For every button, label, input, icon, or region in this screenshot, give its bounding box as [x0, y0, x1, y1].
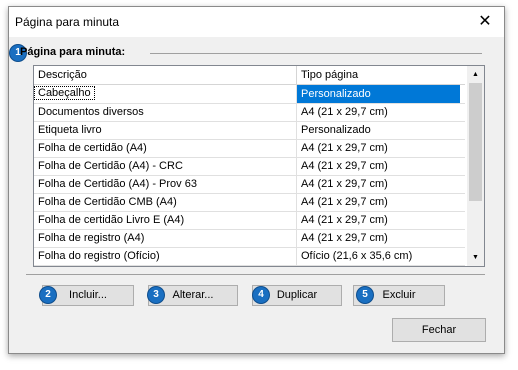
cell-page-type[interactable]: Personalizado: [301, 124, 371, 136]
callout-badge-4: 4: [253, 287, 269, 303]
cell-description[interactable]: Cabeçalho: [34, 86, 95, 100]
cell-page-type-box[interactable]: A4 (21 x 29,7 cm): [297, 139, 460, 157]
cell-page-type[interactable]: A4 (21 x 29,7 cm): [301, 214, 388, 226]
callout-badge-2: 2: [40, 287, 56, 303]
cell-description[interactable]: Folha de Certidão (A4) - CRC: [38, 160, 183, 172]
cell-page-type-box[interactable]: A4 (21 x 29,7 cm): [297, 211, 460, 229]
table-row[interactable]: Cabeçalho Personalizado: [34, 85, 465, 104]
cell-page-type[interactable]: A4 (21 x 29,7 cm): [301, 160, 388, 172]
cell-page-type[interactable]: A4 (21 x 29,7 cm): [301, 232, 388, 244]
cell-page-type[interactable]: A4 (21 x 29,7 cm): [301, 196, 388, 208]
cell-page-type[interactable]: A4 (21 x 29,7 cm): [301, 106, 388, 118]
cell-description[interactable]: Folha de certidão (A4): [38, 142, 147, 154]
column-header-page-type[interactable]: Tipo página: [301, 69, 358, 81]
cell-page-type-box[interactable]: A4 (21 x 29,7 cm): [297, 229, 460, 247]
cell-page-type-box[interactable]: A4 (21 x 29,7 cm): [297, 175, 460, 193]
table-row[interactable]: Folha de Certidão (A4) - Prov 63 A4 (21 x…: [34, 175, 465, 194]
scroll-down-icon[interactable]: ▼: [467, 249, 484, 266]
cell-description[interactable]: Documentos diversos: [38, 106, 144, 118]
column-header-description[interactable]: Descrição: [38, 69, 87, 81]
cell-description[interactable]: Folha de certidão Livro E (A4): [38, 214, 184, 226]
cell-description[interactable]: Folha de registro (A4): [38, 232, 144, 244]
cell-page-type[interactable]: Ofício (21,6 x 35,6 cm): [301, 250, 412, 262]
grid-header: Descrição Tipo página: [34, 66, 465, 85]
cell-page-type-box[interactable]: Personalizado: [297, 85, 460, 103]
page-grid[interactable]: Descrição Tipo página Cabeçalho Personali…: [33, 65, 485, 267]
scroll-thumb[interactable]: [469, 83, 482, 201]
window-title: Página para minuta: [15, 15, 120, 29]
table-row[interactable]: Folha do registro (Ofício) Ofício (21,6 x…: [34, 247, 465, 266]
cell-description[interactable]: Folha de Certidão (A4) - Prov 63: [38, 178, 197, 190]
column-separator[interactable]: [296, 66, 297, 84]
cell-page-type[interactable]: Personalizado: [301, 88, 371, 100]
callout-badge-5: 5: [357, 287, 373, 303]
cell-page-type-box[interactable]: A4 (21 x 29,7 cm): [297, 103, 460, 121]
callout-badge-3: 3: [148, 287, 164, 303]
table-row[interactable]: Folha de certidão Livro E (A4) A4 (21 x 2…: [34, 211, 465, 230]
table-row[interactable]: Etiqueta livro Personalizado: [34, 121, 465, 140]
cell-page-type-box[interactable]: A4 (21 x 29,7 cm): [297, 193, 460, 211]
cell-page-type[interactable]: A4 (21 x 29,7 cm): [301, 178, 388, 190]
cell-description[interactable]: Folha do registro (Ofício): [38, 250, 160, 262]
scroll-up-icon[interactable]: ▲: [467, 66, 484, 83]
cell-page-type-box[interactable]: A4 (21 x 29,7 cm): [297, 157, 460, 175]
cell-description[interactable]: Folha de Certidão CMB (A4): [38, 196, 177, 208]
table-row[interactable]: Folha de Certidão CMB (A4) A4 (21 x 29,7 …: [34, 193, 465, 212]
cell-page-type-box[interactable]: Ofício (21,6 x 35,6 cm): [297, 247, 460, 265]
buttons-divider: [26, 274, 485, 275]
cell-description[interactable]: Etiqueta livro: [38, 124, 102, 136]
close-icon[interactable]: ✕: [474, 11, 496, 33]
vertical-scrollbar[interactable]: ▲ ▼: [467, 66, 484, 266]
close-button[interactable]: Fechar: [392, 318, 486, 342]
group-divider: [150, 53, 482, 54]
table-row[interactable]: Folha de registro (A4) A4 (21 x 29,7 cm): [34, 229, 465, 248]
group-title: Página para minuta:: [20, 46, 126, 58]
cell-page-type-box[interactable]: Personalizado: [297, 121, 460, 139]
cell-page-type[interactable]: A4 (21 x 29,7 cm): [301, 142, 388, 154]
table-row[interactable]: Folha de Certidão (A4) - CRC A4 (21 x 29,…: [34, 157, 465, 176]
table-row[interactable]: Folha de certidão (A4) A4 (21 x 29,7 cm): [34, 139, 465, 158]
title-bar: Página para minuta ✕: [9, 7, 504, 37]
table-row[interactable]: Documentos diversos A4 (21 x 29,7 cm): [34, 103, 465, 122]
